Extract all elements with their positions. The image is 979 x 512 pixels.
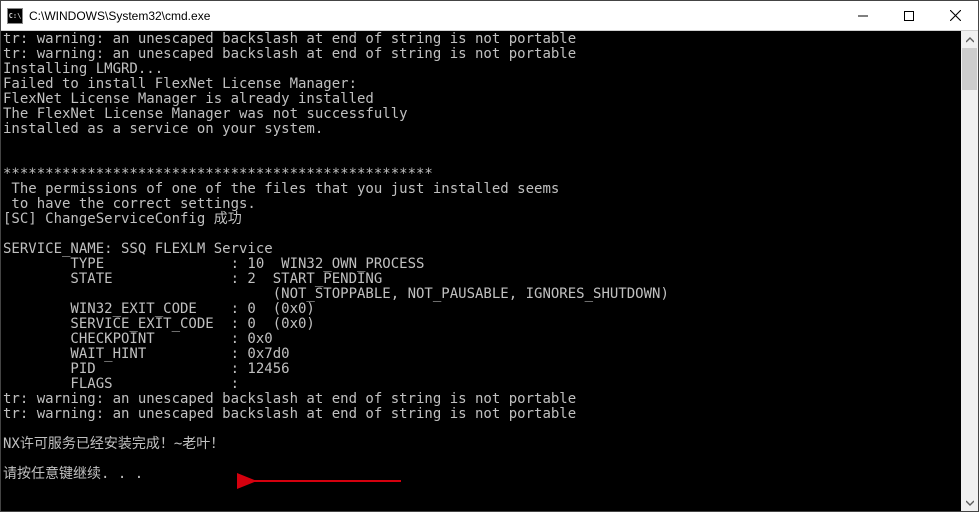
close-icon	[950, 10, 961, 21]
window-title: C:\WINDOWS\System32\cmd.exe	[29, 9, 840, 23]
minimize-button[interactable]	[840, 1, 886, 30]
cmd-icon: C:\	[7, 8, 23, 24]
scroll-up-button[interactable]	[961, 31, 978, 48]
window-controls	[840, 1, 978, 30]
console-area: tr: warning: an unescaped backslash at e…	[1, 31, 978, 511]
scroll-down-button[interactable]	[961, 494, 978, 511]
close-button[interactable]	[932, 1, 978, 30]
minimize-icon	[858, 11, 868, 21]
vertical-scrollbar[interactable]	[961, 31, 978, 511]
console-output[interactable]: tr: warning: an unescaped backslash at e…	[1, 31, 961, 511]
window-titlebar: C:\ C:\WINDOWS\System32\cmd.exe	[1, 1, 978, 31]
chevron-down-icon	[966, 499, 974, 507]
maximize-button[interactable]	[886, 1, 932, 30]
maximize-icon	[904, 11, 914, 21]
chevron-up-icon	[966, 36, 974, 44]
scroll-track[interactable]	[961, 48, 978, 494]
scroll-thumb[interactable]	[962, 48, 977, 90]
